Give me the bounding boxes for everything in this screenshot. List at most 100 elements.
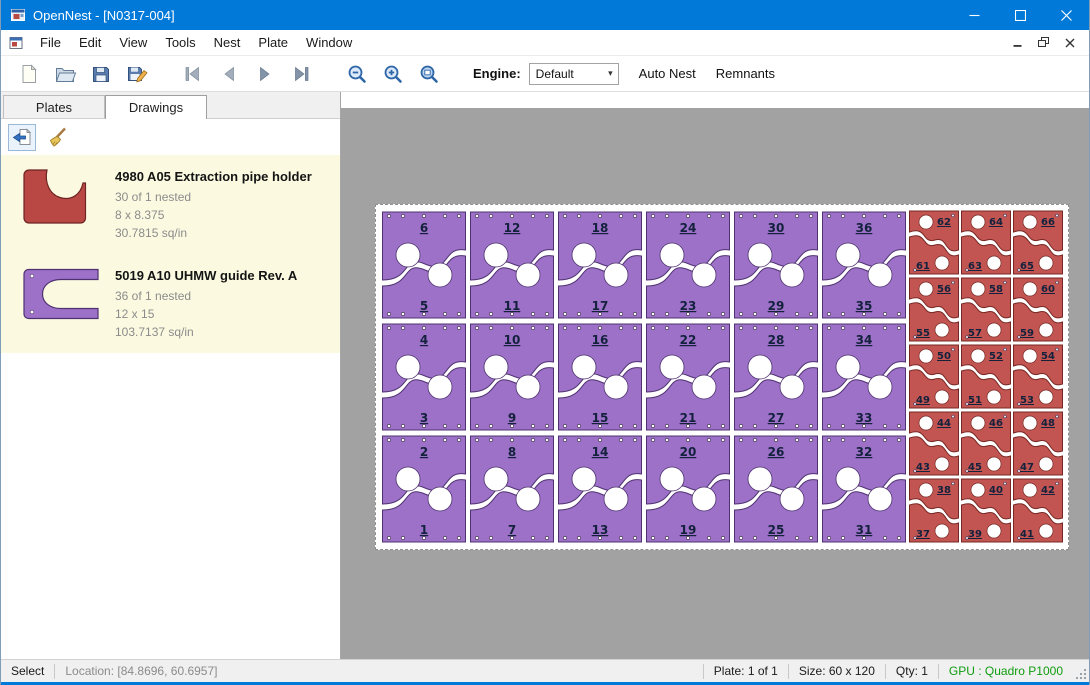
nested-part-pair[interactable]: 4241 — [1012, 477, 1064, 544]
import-drawing-button[interactable] — [8, 124, 36, 151]
tab-plates[interactable]: Plates — [3, 95, 105, 118]
engine-value: Default — [536, 67, 574, 81]
next-plate-button[interactable] — [247, 59, 283, 89]
nested-part-pair[interactable]: 1817 — [556, 209, 644, 321]
nested-part-pair[interactable]: 3029 — [732, 209, 820, 321]
svg-text:45: 45 — [968, 462, 982, 473]
svg-text:47: 47 — [1020, 462, 1034, 473]
nested-part-pair[interactable]: 3433 — [820, 321, 908, 433]
document-icon[interactable] — [8, 35, 24, 51]
nested-part-pair[interactable]: 3231 — [820, 433, 908, 545]
save-as-button[interactable] — [119, 59, 155, 89]
nested-part-pair[interactable]: 5655 — [908, 276, 960, 343]
menu-tools[interactable]: Tools — [156, 31, 204, 54]
close-button[interactable] — [1043, 0, 1089, 30]
svg-text:65: 65 — [1020, 261, 1034, 272]
nested-part-pair[interactable]: 6059 — [1012, 276, 1064, 343]
auto-nest-button[interactable]: Auto Nest — [639, 66, 696, 81]
svg-text:1: 1 — [420, 523, 428, 537]
new-button[interactable] — [11, 59, 47, 89]
mdi-minimize-button[interactable] — [1006, 33, 1029, 52]
svg-text:61: 61 — [916, 261, 930, 272]
nested-part-pair[interactable]: 2019 — [644, 433, 732, 545]
main-toolbar: Engine: Default ▾ Auto Nest Remnants — [1, 56, 1089, 92]
nested-part-pair[interactable]: 6261 — [908, 209, 960, 276]
nested-part-pair[interactable]: 1615 — [556, 321, 644, 433]
minimize-button[interactable] — [951, 0, 997, 30]
last-plate-button[interactable] — [283, 59, 319, 89]
svg-text:20: 20 — [680, 445, 697, 459]
list-item-uhmw-guide[interactable]: 5019 A10 UHMW guide Rev. A 36 of 1 neste… — [1, 254, 340, 353]
nested-part-pair[interactable]: 43 — [380, 321, 468, 433]
nested-part-pair[interactable]: 1413 — [556, 433, 644, 545]
nested-part-pair[interactable]: 5251 — [960, 343, 1012, 410]
nested-part-pair[interactable]: 6665 — [1012, 209, 1064, 276]
nested-part-pair[interactable]: 12 11 — [468, 209, 556, 321]
resize-grip[interactable] — [1073, 660, 1089, 682]
nest-canvas[interactable]: 6512111817242330293635431091615222128273… — [341, 92, 1089, 659]
svg-text:11: 11 — [504, 299, 521, 313]
save-button[interactable] — [83, 59, 119, 89]
zoom-out-button[interactable] — [339, 59, 375, 89]
menu-window[interactable]: Window — [297, 31, 361, 54]
svg-text:43: 43 — [916, 462, 930, 473]
nested-part-pair[interactable]: 2423 — [644, 209, 732, 321]
nested-part-pair[interactable]: 46 45 — [960, 410, 1012, 477]
menu-plate[interactable]: Plate — [249, 31, 297, 54]
svg-text:16: 16 — [592, 333, 609, 347]
tab-drawings[interactable]: Drawings — [105, 95, 207, 119]
nested-part-pair[interactable]: 3837 — [908, 477, 960, 544]
nested-part-pair[interactable]: 6463 — [960, 209, 1012, 276]
remnants-button[interactable]: Remnants — [716, 66, 775, 81]
first-plate-button[interactable] — [175, 59, 211, 89]
drawing-area: 30.7815 sq/in — [115, 224, 312, 242]
nested-part-pair[interactable]: 5049 — [908, 343, 960, 410]
nested-part-pair[interactable]: 4443 — [908, 410, 960, 477]
svg-text:21: 21 — [680, 411, 697, 425]
list-item-extraction-pipe-holder[interactable]: 4980 A05 Extraction pipe holder 30 of 1 … — [1, 155, 340, 254]
drawing-meta: 5019 A10 UHMW guide Rev. A 36 of 1 neste… — [115, 266, 297, 341]
drawing-size: 12 x 15 — [115, 305, 297, 323]
window-controls — [951, 0, 1089, 30]
menu-file[interactable]: File — [31, 31, 70, 54]
nested-part-pair[interactable]: 5857 — [960, 276, 1012, 343]
svg-text:22: 22 — [680, 333, 697, 347]
maximize-icon — [1015, 10, 1026, 21]
svg-text:48: 48 — [1041, 418, 1055, 429]
menu-nest[interactable]: Nest — [205, 31, 250, 54]
mdi-close-button[interactable] — [1058, 33, 1081, 52]
svg-text:46: 46 — [989, 418, 1003, 429]
status-size: Size: 60 x 120 — [789, 660, 885, 682]
svg-text:55: 55 — [916, 328, 930, 339]
engine-select[interactable]: Default ▾ — [529, 63, 619, 85]
mdi-restore-button[interactable] — [1032, 33, 1055, 52]
nested-part-pair[interactable]: 3635 — [820, 209, 908, 321]
svg-text:18: 18 — [592, 221, 609, 235]
nested-part-pair[interactable]: 2827 — [732, 321, 820, 433]
previous-plate-button[interactable] — [211, 59, 247, 89]
menu-bar: File Edit View Tools Nest Plate Window — [1, 30, 1089, 56]
zoom-fit-button[interactable] — [411, 59, 447, 89]
nested-part-pair[interactable]: 5453 — [1012, 343, 1064, 410]
svg-text:12: 12 — [504, 221, 521, 235]
clear-drawings-button[interactable] — [43, 124, 71, 151]
svg-text:58: 58 — [989, 284, 1003, 295]
svg-text:27: 27 — [768, 411, 785, 425]
nested-part-pair[interactable]: 22 21 — [644, 321, 732, 433]
menu-view[interactable]: View — [110, 31, 156, 54]
nested-part-pair[interactable]: 87 — [468, 433, 556, 545]
nested-part-pair[interactable]: 65 — [380, 209, 468, 321]
nested-part-pair[interactable]: 21 — [380, 433, 468, 545]
first-arrow-icon — [181, 62, 205, 86]
menu-edit[interactable]: Edit — [70, 31, 110, 54]
nested-part-pair[interactable]: 2625 — [732, 433, 820, 545]
open-button[interactable] — [47, 59, 83, 89]
maximize-button[interactable] — [997, 0, 1043, 30]
plate[interactable]: 6512111817242330293635431091615222128273… — [375, 204, 1069, 550]
zoom-in-button[interactable] — [375, 59, 411, 89]
nested-part-pair[interactable]: 48 47 — [1012, 410, 1064, 477]
nested-part-pair[interactable]: 4039 — [960, 477, 1012, 544]
drawing-title: 5019 A10 UHMW guide Rev. A — [115, 268, 297, 283]
nested-part-pair[interactable]: 109 — [468, 321, 556, 433]
svg-text:30: 30 — [768, 221, 785, 235]
